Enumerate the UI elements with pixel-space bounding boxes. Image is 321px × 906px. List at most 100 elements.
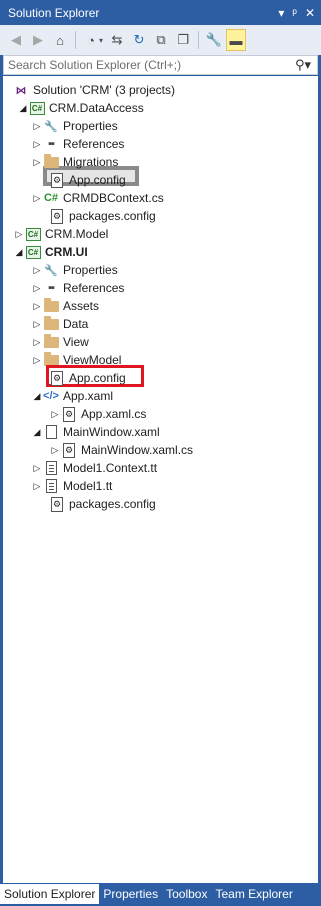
- collapsed-arrow-icon[interactable]: ▷: [31, 480, 43, 492]
- collapsed-arrow-icon[interactable]: ▷: [49, 444, 61, 456]
- pin-icon[interactable]: ᵖ: [292, 6, 297, 20]
- config-file-icon: ⚙: [51, 172, 63, 188]
- tree-item-app-xaml[interactable]: ◢ </> App.xaml: [31, 387, 114, 405]
- config-file-icon: ⚙: [51, 370, 63, 386]
- tree-item-label: CRM.Model: [45, 227, 109, 241]
- tree-item-label: Properties: [63, 119, 118, 133]
- tree-item-model1-tt[interactable]: ▷ Model1.tt: [31, 477, 112, 495]
- collapsed-arrow-icon[interactable]: ▷: [31, 354, 43, 366]
- visual-studio-solution-icon: ⋈: [15, 84, 27, 97]
- search-icon[interactable]: ⚲▾: [289, 57, 317, 73]
- folder-icon: [43, 351, 59, 366]
- csharp-code-file-icon: ⚙: [63, 406, 75, 422]
- pending-changes-icon[interactable]: ◔: [81, 29, 101, 51]
- back-icon[interactable]: ◀: [6, 29, 26, 51]
- tree-item-label: MainWindow.xaml: [63, 425, 160, 439]
- tree-item-ui-packages[interactable]: ⚙ packages.config: [49, 495, 156, 513]
- tree-item-mainwindow-xaml-cs[interactable]: ▷ ⚙ MainWindow.xaml.cs: [49, 441, 193, 459]
- solution-tree: ⋈ Solution 'CRM' (3 projects) ◢ C# CRM.D…: [3, 76, 318, 883]
- home-icon[interactable]: ⌂: [50, 29, 70, 51]
- csharp-project-icon: C#: [25, 227, 41, 241]
- tree-item-label: App.config: [69, 371, 126, 385]
- tree-item-solution[interactable]: ⋈ Solution 'CRM' (3 projects): [13, 81, 175, 99]
- xaml-file-icon: </>: [43, 390, 59, 402]
- tree-item-label: CRMDBContext.cs: [63, 191, 164, 205]
- csharp-file-icon: C#: [43, 192, 59, 204]
- chevron-down-icon[interactable]: ▾: [99, 36, 103, 45]
- tree-item-view[interactable]: ▷ View: [31, 333, 89, 351]
- solution-explorer-panel: Solution Explorer ▾ ᵖ ✕ ◀ ▶ ⌂ ◔ ▾ ⇆ ↻ ⧉ …: [0, 0, 321, 906]
- text-template-icon: [45, 461, 57, 475]
- collapsed-arrow-icon[interactable]: ▷: [31, 156, 43, 168]
- collapsed-arrow-icon[interactable]: ▷: [31, 300, 43, 312]
- folder-icon: [43, 315, 59, 330]
- tree-item-label: Migrations: [63, 155, 119, 169]
- show-all-files-icon[interactable]: ❐: [173, 29, 193, 51]
- tree-item-label: View: [63, 335, 89, 349]
- folder-icon: [43, 297, 59, 312]
- expanded-arrow-icon[interactable]: ◢: [17, 102, 29, 114]
- tree-item-properties[interactable]: ▷ 🔧 Properties: [31, 117, 118, 135]
- collapsed-arrow-icon[interactable]: ▷: [31, 138, 43, 150]
- collapsed-arrow-icon[interactable]: ▷: [31, 120, 43, 132]
- collapsed-arrow-icon[interactable]: ▷: [31, 318, 43, 330]
- folder-icon: [43, 333, 59, 348]
- folder-icon: [43, 153, 59, 168]
- tree-item-properties[interactable]: ▷ 🔧 Properties: [31, 261, 118, 279]
- collapsed-arrow-icon[interactable]: ▷: [13, 228, 25, 240]
- tree-item-model1-context-tt[interactable]: ▷ Model1.Context.tt: [31, 459, 157, 477]
- tree-item-ui-app-config[interactable]: ⚙ App.config: [49, 369, 126, 387]
- preview-selected-icon[interactable]: ▬: [226, 29, 247, 51]
- collapsed-arrow-icon[interactable]: ▷: [31, 336, 43, 348]
- collapsed-arrow-icon[interactable]: ▷: [31, 192, 43, 204]
- collapse-all-icon[interactable]: ⧉: [151, 29, 171, 51]
- collapsed-arrow-icon[interactable]: ▷: [31, 462, 43, 474]
- tree-item-label: Model1.tt: [63, 479, 113, 493]
- csharp-code-file-icon: ⚙: [63, 442, 75, 458]
- properties-wrench-icon[interactable]: 🔧: [204, 29, 224, 51]
- tree-item-migrations[interactable]: ▷ Migrations: [31, 153, 118, 171]
- forward-icon[interactable]: ▶: [28, 29, 48, 51]
- tree-item-assets[interactable]: ▷ Assets: [31, 297, 99, 315]
- tree-item-crm-model[interactable]: ▷ C# CRM.Model: [13, 225, 109, 243]
- references-icon: ▪▪: [48, 282, 55, 294]
- xaml-window-icon: [45, 425, 57, 439]
- collapsed-arrow-icon[interactable]: ▷: [31, 282, 43, 294]
- collapsed-arrow-icon[interactable]: ▷: [49, 408, 61, 420]
- search-input[interactable]: Search Solution Explorer (Ctrl+;): [8, 58, 289, 72]
- tree-item-label: Properties: [63, 263, 118, 277]
- tree-item-label: References: [63, 281, 125, 295]
- tab-team-explorer[interactable]: Team Explorer: [211, 884, 296, 904]
- tree-item-label: CRM.UI: [45, 245, 88, 259]
- expanded-arrow-icon[interactable]: ◢: [13, 246, 25, 258]
- tree-item-label: packages.config: [69, 497, 156, 511]
- search-box[interactable]: Search Solution Explorer (Ctrl+;) ⚲▾: [3, 55, 318, 75]
- collapsed-arrow-icon[interactable]: ▷: [31, 264, 43, 276]
- tab-toolbox[interactable]: Toolbox: [162, 884, 211, 904]
- tree-item-crm-dataaccess[interactable]: ◢ C# CRM.DataAccess: [17, 99, 144, 117]
- references-icon: ▪▪: [48, 138, 55, 150]
- tab-properties[interactable]: Properties: [99, 884, 162, 904]
- sync-icon[interactable]: ⇆: [107, 29, 127, 51]
- tree-item-crmdbcontext[interactable]: ▷ C# CRMDBContext.cs: [31, 189, 164, 207]
- csharp-project-icon: C#: [29, 101, 45, 115]
- refresh-icon[interactable]: ↻: [129, 29, 149, 51]
- wrench-icon: 🔧: [44, 264, 58, 277]
- tree-item-data[interactable]: ▷ Data: [31, 315, 88, 333]
- panel-title: Solution Explorer: [8, 5, 100, 20]
- tree-item-crm-ui[interactable]: ◢ C# CRM.UI: [13, 243, 88, 261]
- tree-item-references[interactable]: ▷ ▪▪ References: [31, 279, 125, 297]
- tree-item-mainwindow-xaml[interactable]: ◢ MainWindow.xaml: [31, 423, 160, 441]
- dropdown-icon[interactable]: ▾: [278, 6, 284, 20]
- tree-item-label: Assets: [63, 299, 100, 313]
- expanded-arrow-icon[interactable]: ◢: [31, 426, 43, 438]
- toolbar-separator: [75, 31, 76, 49]
- tree-item-label: CRM.DataAccess: [49, 101, 144, 115]
- tab-solution-explorer[interactable]: Solution Explorer: [0, 884, 100, 904]
- tree-item-app-xaml-cs[interactable]: ▷ ⚙ App.xaml.cs: [49, 405, 146, 423]
- expanded-arrow-icon[interactable]: ◢: [31, 390, 43, 402]
- tree-item-dataaccess-packages[interactable]: ⚙ packages.config: [49, 207, 156, 225]
- tree-item-references[interactable]: ▷ ▪▪ References: [31, 135, 125, 153]
- close-icon[interactable]: ✕: [305, 6, 315, 20]
- tree-item-dataaccess-app-config[interactable]: ⚙ App.config: [49, 171, 126, 189]
